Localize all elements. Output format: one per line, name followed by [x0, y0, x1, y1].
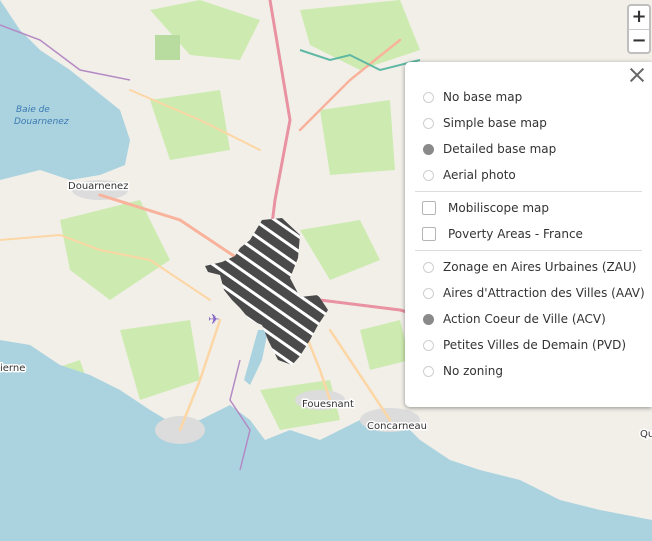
radio-icon[interactable] — [423, 261, 434, 273]
option-label: Poverty Areas - France — [448, 227, 583, 241]
radio-icon[interactable] — [423, 117, 434, 129]
radio-icon[interactable] — [423, 91, 434, 103]
overlay-option-poverty[interactable]: Poverty Areas - France — [419, 221, 652, 247]
zoom-out-button[interactable]: − — [629, 30, 649, 53]
zoning-option-zau[interactable]: Zonage en Aires Urbaines (ZAU) — [419, 254, 652, 280]
option-label: Action Coeur de Ville (ACV) — [443, 312, 606, 326]
base-map-option-detailed[interactable]: Detailed base map — [419, 136, 652, 162]
option-label: Mobiliscope map — [448, 201, 549, 215]
place-label-ierne: ierne — [0, 363, 25, 374]
place-label-douarnenez: Douarnenez — [68, 181, 128, 192]
forest-patch — [155, 35, 180, 60]
layers-panel: No base map Simple base map Detailed bas… — [405, 62, 652, 407]
radio-icon[interactable] — [423, 287, 434, 299]
zoning-option-pvd[interactable]: Petites Villes de Demain (PVD) — [419, 332, 652, 358]
radio-selected-icon[interactable] — [423, 143, 434, 155]
zoning-option-none[interactable]: No zoning — [419, 358, 652, 384]
place-label-qu: Qu — [640, 429, 652, 440]
radio-icon[interactable] — [423, 339, 434, 351]
airport-icon: ✈ — [208, 312, 220, 328]
radio-icon[interactable] — [423, 365, 434, 377]
checkbox-icon[interactable] — [422, 227, 436, 241]
divider — [415, 250, 642, 251]
option-label: Simple base map — [443, 116, 547, 130]
option-label: No base map — [443, 90, 523, 104]
base-map-option-simple[interactable]: Simple base map — [419, 110, 652, 136]
zoom-control: + − — [627, 4, 651, 54]
place-label-fouesnant: Fouesnant — [302, 399, 354, 410]
close-icon[interactable] — [628, 66, 646, 84]
radio-icon[interactable] — [423, 169, 434, 181]
option-label: Petites Villes de Demain (PVD) — [443, 338, 627, 352]
zoom-in-button[interactable]: + — [629, 6, 649, 30]
zoning-option-acv[interactable]: Action Coeur de Ville (ACV) — [419, 306, 652, 332]
bay-label-line2: Douarnenez — [14, 117, 69, 127]
divider — [415, 191, 642, 192]
overlay-option-mobiliscope[interactable]: Mobiliscope map — [419, 195, 652, 221]
option-label: Aires d'Attraction des Villes (AAV) — [443, 286, 645, 300]
base-map-option-none[interactable]: No base map — [419, 84, 652, 110]
option-label: Aerial photo — [443, 168, 516, 182]
checkbox-icon[interactable] — [422, 201, 436, 215]
option-label: No zoning — [443, 364, 503, 378]
option-label: Zonage en Aires Urbaines (ZAU) — [443, 260, 637, 274]
place-label-concarneau: Concarneau — [367, 421, 427, 432]
radio-selected-icon[interactable] — [423, 313, 434, 325]
base-map-option-aerial[interactable]: Aerial photo — [419, 162, 652, 188]
option-label: Detailed base map — [443, 142, 557, 156]
bay-label-line1: Baie de — [16, 105, 50, 115]
zoning-option-aav[interactable]: Aires d'Attraction des Villes (AAV) — [419, 280, 652, 306]
